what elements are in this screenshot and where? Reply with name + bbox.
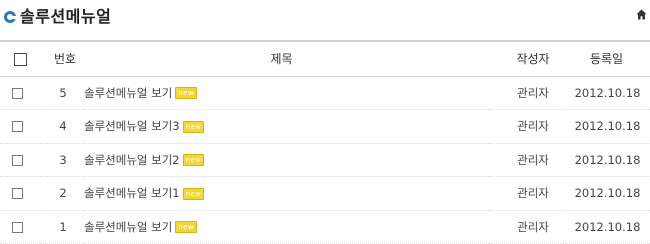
- home-icon[interactable]: [636, 9, 647, 20]
- column-header-title: 제목: [84, 40, 489, 77]
- row-author: 관리자: [489, 76, 563, 110]
- new-badge: new: [182, 154, 205, 167]
- new-badge: new: [175, 221, 197, 234]
- select-all-cell: [0, 40, 40, 77]
- board-table: 번호 제목 작성자 등록일 5 솔루션메뉴얼 보기 new 관리자 2012.10…: [0, 40, 650, 244]
- row-number: 1: [40, 210, 84, 244]
- row-author: 관리자: [489, 143, 563, 177]
- table-row: 2 솔루션메뉴얼 보기1 new 관리자 2012.10.18: [0, 176, 650, 211]
- column-header-number: 번호: [40, 40, 84, 77]
- row-checkbox[interactable]: [12, 188, 23, 200]
- row-date: 2012.10.18: [563, 176, 650, 211]
- post-title-link[interactable]: 솔루션메뉴얼 보기2: [84, 153, 180, 167]
- title-bar: 솔루션메뉴얼: [0, 0, 650, 34]
- row-number: 4: [40, 109, 84, 144]
- row-checkbox-cell: [0, 76, 40, 110]
- row-number: 5: [40, 76, 84, 110]
- row-title-cell: 솔루션메뉴얼 보기 new: [84, 76, 489, 110]
- post-title-link[interactable]: 솔루션메뉴얼 보기: [84, 220, 172, 234]
- table-row: 5 솔루션메뉴얼 보기 new 관리자 2012.10.18: [0, 76, 650, 110]
- column-header-author: 작성자: [489, 40, 563, 77]
- row-date: 2012.10.18: [563, 76, 650, 110]
- column-header-date: 등록일: [563, 40, 650, 77]
- row-author: 관리자: [489, 176, 563, 211]
- table-row: 4 솔루션메뉴얼 보기3 new 관리자 2012.10.18: [0, 109, 650, 144]
- row-date: 2012.10.18: [563, 210, 650, 244]
- select-all-checkbox[interactable]: [14, 53, 27, 67]
- row-number: 3: [40, 143, 84, 177]
- row-checkbox[interactable]: [12, 87, 23, 99]
- row-author: 관리자: [489, 210, 563, 244]
- board-table-container: 번호 제목 작성자 등록일 5 솔루션메뉴얼 보기 new 관리자 2012.10…: [0, 40, 650, 244]
- row-checkbox-cell: [0, 143, 40, 177]
- new-badge: new: [182, 187, 205, 200]
- new-badge: new: [175, 87, 197, 100]
- row-checkbox-cell: [0, 176, 40, 211]
- post-title-link[interactable]: 솔루션메뉴얼 보기3: [84, 119, 180, 133]
- row-title-cell: 솔루션메뉴얼 보기1 new: [84, 176, 489, 211]
- row-number: 2: [40, 176, 84, 211]
- row-author: 관리자: [489, 109, 563, 144]
- row-title-cell: 솔루션메뉴얼 보기 new: [84, 210, 489, 244]
- page-title: 솔루션메뉴얼: [20, 7, 112, 26]
- row-checkbox-cell: [0, 210, 40, 244]
- row-title-cell: 솔루션메뉴얼 보기3 new: [84, 109, 489, 144]
- row-checkbox[interactable]: [12, 221, 23, 233]
- row-checkbox-cell: [0, 109, 40, 144]
- ring-bullet-icon: [4, 11, 16, 23]
- table-row: 1 솔루션메뉴얼 보기 new 관리자 2012.10.18: [0, 210, 650, 244]
- row-checkbox[interactable]: [12, 154, 23, 166]
- post-title-link[interactable]: 솔루션메뉴얼 보기1: [84, 186, 180, 200]
- row-date: 2012.10.18: [563, 143, 650, 177]
- table-row: 3 솔루션메뉴얼 보기2 new 관리자 2012.10.18: [0, 143, 650, 177]
- row-date: 2012.10.18: [563, 109, 650, 144]
- row-title-cell: 솔루션메뉴얼 보기2 new: [84, 143, 489, 177]
- new-badge: new: [182, 120, 205, 133]
- row-checkbox[interactable]: [12, 121, 23, 133]
- post-title-link[interactable]: 솔루션메뉴얼 보기: [84, 86, 172, 100]
- table-header-row: 번호 제목 작성자 등록일: [0, 40, 650, 77]
